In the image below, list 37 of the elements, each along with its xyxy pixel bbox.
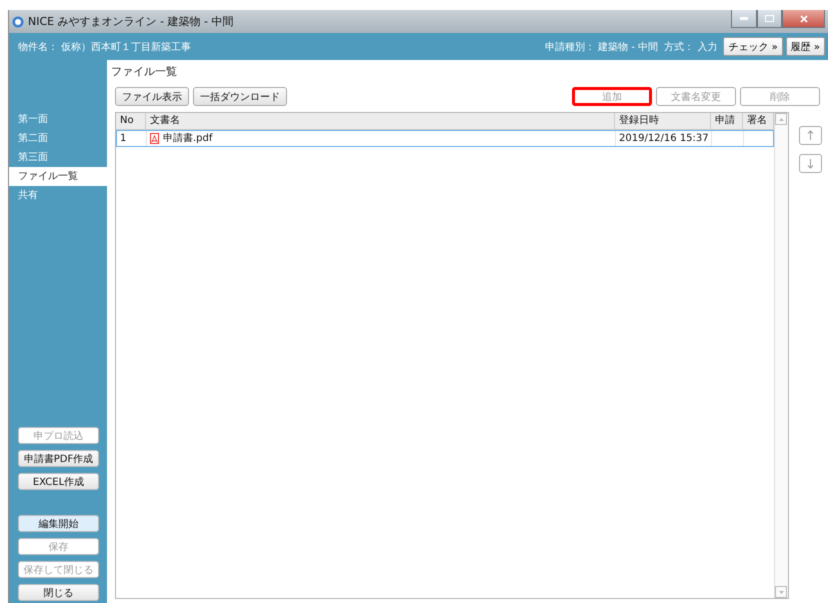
- move-down-button[interactable]: [799, 154, 822, 173]
- window-title: NICE みやすまオンライン - 建築物 - 中間: [28, 14, 234, 29]
- property-name: 物件名： 仮称）西本町１丁目新築工事: [18, 40, 192, 54]
- application-type: 申請種別： 建築物 - 中間: [545, 40, 658, 54]
- sidebar-button[interactable]: 編集開始: [18, 515, 99, 532]
- column-header: 申請: [711, 113, 743, 129]
- column-header: No: [116, 113, 146, 129]
- maximize-button[interactable]: [757, 10, 782, 28]
- up-arrow-icon: [807, 130, 814, 141]
- move-up-button[interactable]: [799, 126, 822, 145]
- header-button[interactable]: チェック »: [723, 37, 783, 56]
- input-method: 方式： 入力: [664, 40, 718, 54]
- pdf-icon: [150, 133, 159, 144]
- down-arrow-icon: [807, 158, 814, 169]
- column-header: 登録日時: [615, 113, 711, 129]
- column-header: 文書名: [146, 113, 615, 129]
- minimize-icon: [740, 17, 748, 20]
- toolbar-button[interactable]: 一括ダウンロード: [193, 87, 287, 106]
- sidebar-button[interactable]: 閉じる: [18, 584, 99, 601]
- close-icon: [800, 14, 808, 22]
- scroll-down-icon: [778, 590, 784, 594]
- scrollbar[interactable]: [774, 113, 788, 598]
- table-cell: 1: [117, 131, 147, 146]
- header-button[interactable]: 履歴 »: [786, 37, 825, 56]
- minimize-button[interactable]: [731, 10, 757, 28]
- maximize-icon: [765, 15, 774, 22]
- sidebar-item[interactable]: ファイル一覧: [9, 167, 107, 186]
- content-title: ファイル一覧: [111, 64, 178, 79]
- scroll-up-icon: [778, 118, 784, 120]
- toolbar-button[interactable]: ファイル表示: [115, 87, 189, 106]
- table-row[interactable]: 1 申請書.pdf 2019/12/16 15:37: [116, 130, 774, 147]
- table-cell: 2019/12/16 15:37: [616, 131, 712, 146]
- app-icon: [12, 16, 24, 28]
- sidebar-button[interactable]: EXCEL作成: [18, 473, 99, 490]
- close-button[interactable]: [782, 10, 825, 28]
- file-name: 申請書.pdf: [163, 132, 212, 146]
- sidebar-button[interactable]: 申請書PDF作成: [18, 450, 99, 467]
